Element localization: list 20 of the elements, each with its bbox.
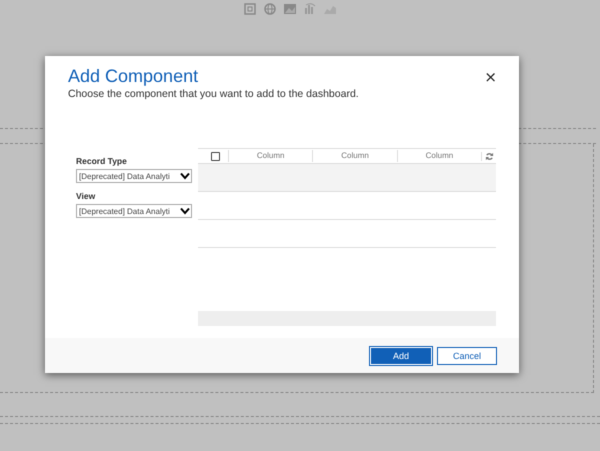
cancel-button[interactable]: Cancel bbox=[437, 346, 497, 364]
image-icon[interactable] bbox=[283, 2, 297, 16]
field-label: Record Type bbox=[76, 156, 128, 166]
column-header[interactable]: Column bbox=[228, 150, 312, 162]
dropdown[interactable]: [Deprecated] Data Analyti bbox=[76, 169, 192, 183]
globe-icon[interactable] bbox=[263, 2, 277, 16]
add-button[interactable]: Add bbox=[370, 346, 432, 364]
field-label: View bbox=[76, 191, 96, 201]
frame-icon[interactable] bbox=[243, 2, 257, 16]
chevron-down-icon bbox=[180, 207, 190, 215]
refresh-icon[interactable] bbox=[484, 152, 494, 160]
chevron-down-icon bbox=[180, 172, 190, 180]
close-button[interactable]: × bbox=[484, 69, 497, 85]
dropdown[interactable]: [Deprecated] Data Analyti bbox=[76, 204, 192, 218]
dialog-title: Add Component bbox=[68, 65, 198, 88]
dialog-subtitle: Choose the component that you want to add to the dashboard. bbox=[68, 88, 360, 100]
chart-icon[interactable] bbox=[303, 2, 317, 16]
column-header[interactable]: Column bbox=[312, 150, 397, 162]
select-all-checkbox[interactable] bbox=[211, 152, 220, 160]
column-header[interactable]: Column bbox=[396, 150, 482, 162]
